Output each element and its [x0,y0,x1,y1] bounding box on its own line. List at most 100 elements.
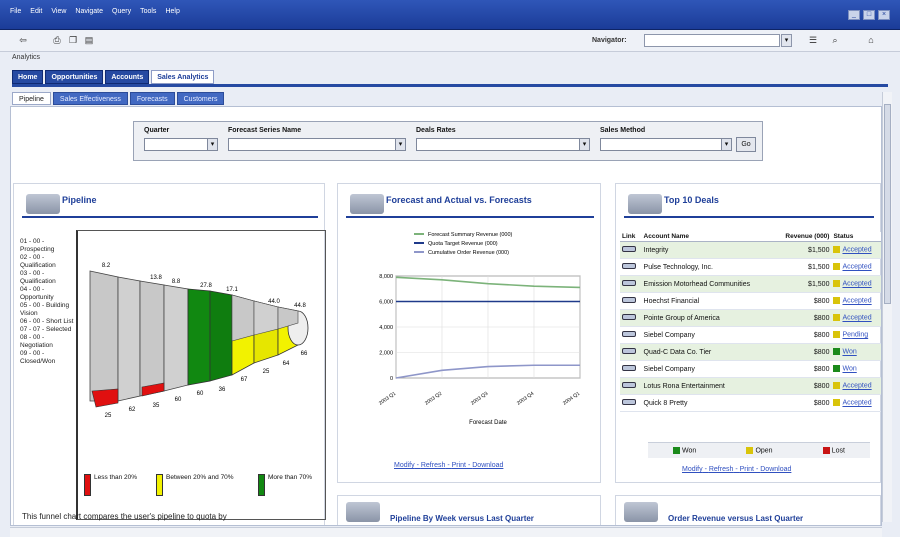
tab-sales-effectiveness[interactable]: Sales Effectiveness [52,92,128,105]
link-cell[interactable] [620,292,642,310]
quarter-select[interactable]: ▾ [144,138,218,151]
lost-button[interactable]: Lost [822,446,845,454]
link-icon[interactable] [622,246,636,252]
menu-file[interactable]: File [10,8,21,15]
link-icon[interactable] [622,348,636,354]
link-icon[interactable] [622,314,636,320]
status-link[interactable]: Won [842,349,856,356]
link-cell[interactable] [620,394,642,412]
close-icon[interactable]: × [878,10,890,20]
status-cell[interactable]: Won [831,343,881,361]
status-cell[interactable]: Accepted [831,292,881,310]
tab-sales-analytics[interactable]: Sales Analytics [151,70,215,84]
refresh-link[interactable]: Refresh [421,462,446,469]
table-row[interactable]: Lotus Rona Entertainment $800 Accepted [620,377,881,395]
link-cell[interactable] [620,241,642,259]
menu-edit[interactable]: Edit [30,8,42,15]
back-icon[interactable]: ⇦ [18,35,28,45]
link-icon[interactable] [622,331,636,337]
horizontal-scrollbar[interactable] [10,527,882,537]
chevron-down-icon[interactable]: ▾ [781,34,792,47]
link-icon[interactable] [622,399,636,405]
table-row[interactable]: Emission Motorhead Communities $1,500 Acce… [620,275,881,293]
modify-link[interactable]: Modify [394,462,415,469]
table-row[interactable]: Hoechst Financial $800 Accepted [620,292,881,310]
save-icon[interactable]: ▤ [84,35,94,45]
status-cell[interactable]: Won [831,360,881,378]
open-button[interactable]: Open [746,446,773,454]
home-icon[interactable]: ⌂ [866,35,876,45]
status-cell[interactable]: Accepted [831,394,881,412]
status-cell[interactable]: Accepted [831,258,881,276]
history-icon[interactable]: ☰ [808,35,818,45]
link-cell[interactable] [620,258,642,276]
tab-opportunities[interactable]: Opportunities [45,70,104,84]
status-link[interactable]: Accepted [842,298,871,305]
minimize-icon[interactable]: _ [848,10,860,20]
status-link[interactable]: Accepted [842,264,871,271]
chevron-down-icon[interactable]: ▾ [579,139,589,150]
status-cell[interactable]: Pending [831,326,881,344]
link-icon[interactable] [622,297,636,303]
status-cell[interactable]: Accepted [831,275,881,293]
link-icon[interactable] [622,365,636,371]
status-link[interactable]: Accepted [842,315,871,322]
menu-navigate[interactable]: Navigate [75,8,103,15]
deals-rates-select[interactable]: ▾ [416,138,590,151]
table-row[interactable]: Quad-C Data Co. Tier $800 Won [620,343,881,361]
chevron-down-icon[interactable]: ▾ [207,139,217,150]
link-icon[interactable] [622,382,636,388]
tab-forecasts[interactable]: Forecasts [129,92,175,105]
go-button[interactable]: Go [736,137,756,152]
menu-help[interactable]: Help [165,8,179,15]
modify-link[interactable]: Modify [682,466,703,473]
link-cell[interactable] [620,326,642,344]
forecast-series-select[interactable]: ▾ [228,138,406,151]
status-link[interactable]: Accepted [842,400,871,407]
table-row[interactable]: Pointe Group of America $800 Accepted [620,309,881,327]
link-cell[interactable] [620,360,642,378]
status-link[interactable]: Pending [842,332,868,339]
restore-icon[interactable]: □ [863,10,875,20]
menu-tools[interactable]: Tools [140,8,156,15]
download-link[interactable]: Download [472,462,503,469]
table-row[interactable]: Siebel Company $800 Pending [620,326,881,344]
print-icon[interactable]: ⎙ [52,35,62,45]
status-cell[interactable]: Accepted [831,309,881,327]
link-icon[interactable] [622,280,636,286]
search-icon[interactable]: ⌕ [830,35,840,45]
navigator-input[interactable] [644,34,780,47]
tab-home[interactable]: Home [12,70,44,84]
copy-icon[interactable]: ❐ [68,35,78,45]
menu-view[interactable]: View [51,8,66,15]
status-cell[interactable]: Accepted [831,377,881,395]
download-link[interactable]: Download [760,466,791,473]
menu-query[interactable]: Query [112,8,131,15]
tab-accounts[interactable]: Accounts [105,70,150,84]
print-link[interactable]: Print [740,466,754,473]
status-link[interactable]: Accepted [842,247,871,254]
table-row[interactable]: Quick 8 Pretty $800 Accepted [620,394,881,412]
link-cell[interactable] [620,275,642,293]
chevron-down-icon[interactable]: ▾ [721,139,731,150]
status-cell[interactable]: Accepted [831,241,881,259]
link-icon[interactable] [622,263,636,269]
table-row[interactable]: Pulse Technology, Inc. $1,500 Accepted [620,258,881,276]
link-cell[interactable] [620,309,642,327]
link-cell[interactable] [620,377,642,395]
tab-pipeline[interactable]: Pipeline [12,92,51,105]
chevron-down-icon[interactable]: ▾ [395,139,405,150]
tab-customers[interactable]: Customers [176,92,225,105]
print-link[interactable]: Print [452,462,466,469]
refresh-link[interactable]: Refresh [709,466,734,473]
link-cell[interactable] [620,343,642,361]
won-button[interactable]: Won [673,446,696,454]
status-link[interactable]: Accepted [842,281,871,288]
table-row[interactable]: Siebel Company $800 Won [620,360,881,378]
scrollbar-thumb[interactable] [884,104,891,304]
sales-method-select[interactable]: ▾ [600,138,732,151]
status-link[interactable]: Accepted [842,383,871,390]
table-row[interactable]: Integrity $1,500 Accepted [620,241,881,259]
status-link[interactable]: Won [842,366,856,373]
vertical-scrollbar[interactable] [882,92,892,522]
